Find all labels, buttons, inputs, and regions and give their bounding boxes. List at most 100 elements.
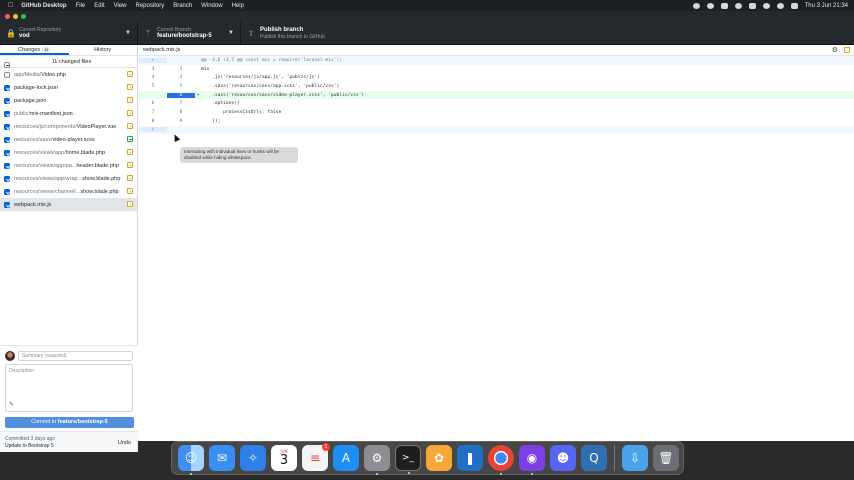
- app-store-icon[interactable]: A: [333, 445, 359, 471]
- file-list-item[interactable]: public/mix-manifest.json: [0, 107, 137, 120]
- diff-line-context[interactable]: 89 });: [139, 117, 854, 126]
- finder-icon[interactable]: ☺: [178, 445, 204, 475]
- new-line-number[interactable]: 9: [167, 119, 195, 124]
- diff-line-context[interactable]: 44 .js('resources/js/app.js', 'public/js…: [139, 73, 854, 82]
- menu-help[interactable]: Help: [232, 3, 244, 9]
- menu-file[interactable]: File: [76, 3, 86, 9]
- system-preferences-icon[interactable]: ⚙: [364, 445, 390, 475]
- sublime-merge-icon[interactable]: ✿: [426, 445, 452, 471]
- new-line-number[interactable]: 5: [167, 84, 195, 89]
- add-coauthor-icon[interactable]: ✎: [9, 401, 14, 408]
- publish-subtitle: Publish this branch to GitHub: [260, 33, 325, 40]
- file-list-item[interactable]: webpack.mix.js: [0, 198, 137, 211]
- undo-button[interactable]: Undo: [118, 440, 131, 446]
- control-center-icon[interactable]: [790, 2, 798, 9]
- file-checkbox[interactable]: [4, 71, 10, 78]
- safari-icon[interactable]: ✧: [240, 445, 266, 471]
- file-checkbox[interactable]: [4, 149, 10, 156]
- privacy-icon[interactable]: [706, 2, 714, 9]
- gear-icon[interactable]: ⚙: [832, 46, 838, 56]
- discord-icon[interactable]: ☻: [550, 445, 576, 471]
- search-icon[interactable]: [776, 2, 784, 9]
- cloud-icon[interactable]: [734, 2, 742, 9]
- diff-line-context[interactable]: 67 .options({: [139, 99, 854, 108]
- file-checkbox[interactable]: [4, 136, 10, 143]
- file-checkbox[interactable]: [4, 84, 10, 91]
- titlebar: [0, 11, 854, 22]
- quicktime-icon[interactable]: Q: [581, 445, 607, 471]
- commit-button[interactable]: Commit to feature/bootstrap-5: [5, 417, 134, 428]
- diff-line-context[interactable]: 78 processCssUrls: false: [139, 108, 854, 117]
- file-checkbox[interactable]: [4, 188, 10, 195]
- wifi-icon[interactable]: [762, 2, 770, 9]
- new-line-number[interactable]: 4: [167, 75, 195, 80]
- expand-down-icon[interactable]: ↓: [139, 127, 167, 133]
- trash-icon[interactable]: 🗑: [653, 445, 679, 471]
- file-checkbox[interactable]: [4, 110, 10, 117]
- file-list-item[interactable]: resources/js/components/VideoPlayer.vue: [0, 120, 137, 133]
- file-checkbox[interactable]: [4, 201, 10, 208]
- file-list-item[interactable]: app/Media/Video.php: [0, 68, 137, 81]
- file-checkbox[interactable]: [4, 97, 10, 104]
- repo-label: Current Repository: [19, 26, 61, 33]
- downloads-folder-icon[interactable]: ⇩: [622, 445, 648, 471]
- new-line-number[interactable]: 7: [167, 101, 195, 106]
- new-line-number[interactable]: 3: [167, 67, 195, 72]
- hunk-footer-row[interactable]: ↓: [139, 125, 854, 135]
- file-checkbox[interactable]: [4, 175, 10, 182]
- terminal-icon[interactable]: >_: [395, 445, 421, 474]
- zoom-window-button[interactable]: [21, 14, 26, 19]
- vscode-icon[interactable]: ❚: [457, 445, 483, 471]
- file-list-item[interactable]: package.json: [0, 94, 137, 107]
- old-line-number[interactable]: 4: [139, 75, 167, 80]
- last-commit-bar: Committed 3 days ago Update to Bootstrap…: [0, 431, 138, 452]
- github-desktop-icon[interactable]: ◉: [519, 445, 545, 475]
- calendar-icon[interactable]: JUN 3: [271, 445, 297, 471]
- hunk-header-row[interactable]: ↑ @@ -3,6 +3,7 @@ const mix = require('l…: [139, 56, 854, 65]
- menu-app-name[interactable]: GitHub Desktop: [21, 3, 66, 9]
- file-list-item[interactable]: resources/views/app/pa...header.blade.ph…: [0, 159, 137, 172]
- current-branch-dropdown[interactable]: ᛉ Current Branch feature/bootstrap-5 ▼: [138, 22, 241, 44]
- mail-icon[interactable]: ✉: [209, 445, 235, 471]
- battery-icon[interactable]: [748, 2, 756, 9]
- file-list-item[interactable]: resources/views/channel/...show.blade.ph…: [0, 185, 137, 198]
- file-list-item[interactable]: resources/views/app/wrap...show.blade.ph…: [0, 172, 137, 185]
- old-line-number[interactable]: 3: [139, 67, 167, 72]
- minimize-window-button[interactable]: [13, 14, 18, 19]
- current-repository-dropdown[interactable]: 🔒 Current Repository vod ▼: [0, 22, 138, 44]
- diff-line-added[interactable]: 6 + .sass('resources/sass/video-player.sc…: [139, 90, 854, 100]
- menu-branch[interactable]: Branch: [173, 3, 192, 9]
- description-input[interactable]: Description ✎: [5, 364, 133, 412]
- new-line-number[interactable]: 8: [167, 110, 195, 115]
- tab-changes[interactable]: Changes 11: [0, 45, 69, 55]
- tab-history[interactable]: History: [69, 45, 138, 55]
- menu-view[interactable]: View: [114, 3, 127, 9]
- menu-edit[interactable]: Edit: [94, 3, 104, 9]
- old-line-number[interactable]: 5: [139, 84, 167, 89]
- old-line-number[interactable]: 6: [139, 101, 167, 106]
- summary-input[interactable]: Summary (required): [18, 351, 133, 361]
- chrome-icon[interactable]: [488, 445, 514, 475]
- close-window-button[interactable]: [5, 14, 10, 19]
- record-icon[interactable]: [692, 2, 700, 9]
- file-list-item[interactable]: package-lock.json: [0, 81, 137, 94]
- file-checkbox[interactable]: [4, 123, 10, 130]
- diff-view: ↑ @@ -3,6 +3,7 @@ const mix = require('l…: [139, 56, 854, 163]
- file-list-item[interactable]: resources/sass/video-player.scss: [0, 133, 137, 146]
- select-all-checkbox[interactable]: [4, 61, 10, 68]
- reminders-icon[interactable]: ≡ 1: [302, 443, 330, 471]
- menu-window[interactable]: Window: [201, 3, 222, 9]
- new-line-number[interactable]: 6: [167, 92, 195, 98]
- apple-icon[interactable]: : [8, 2, 13, 9]
- app-status-icon[interactable]: [720, 2, 728, 9]
- old-line-number[interactable]: 7: [139, 110, 167, 115]
- file-list-item[interactable]: resources/views/app/home.blade.php: [0, 146, 137, 159]
- file-checkbox[interactable]: [4, 162, 10, 169]
- diff-line-context[interactable]: 3 3 mix: [139, 65, 854, 74]
- menu-repository[interactable]: Repository: [136, 3, 165, 9]
- publish-branch-button[interactable]: ⇧ Publish branch Publish this branch to …: [241, 22, 361, 44]
- diff-line-context[interactable]: 55 .sass('resources/sass/app.scss', 'pub…: [139, 82, 854, 91]
- old-line-number[interactable]: 8: [139, 119, 167, 124]
- expand-up-icon[interactable]: ↑: [139, 57, 167, 63]
- clock[interactable]: Thu 3 Jun 21:34: [805, 3, 848, 9]
